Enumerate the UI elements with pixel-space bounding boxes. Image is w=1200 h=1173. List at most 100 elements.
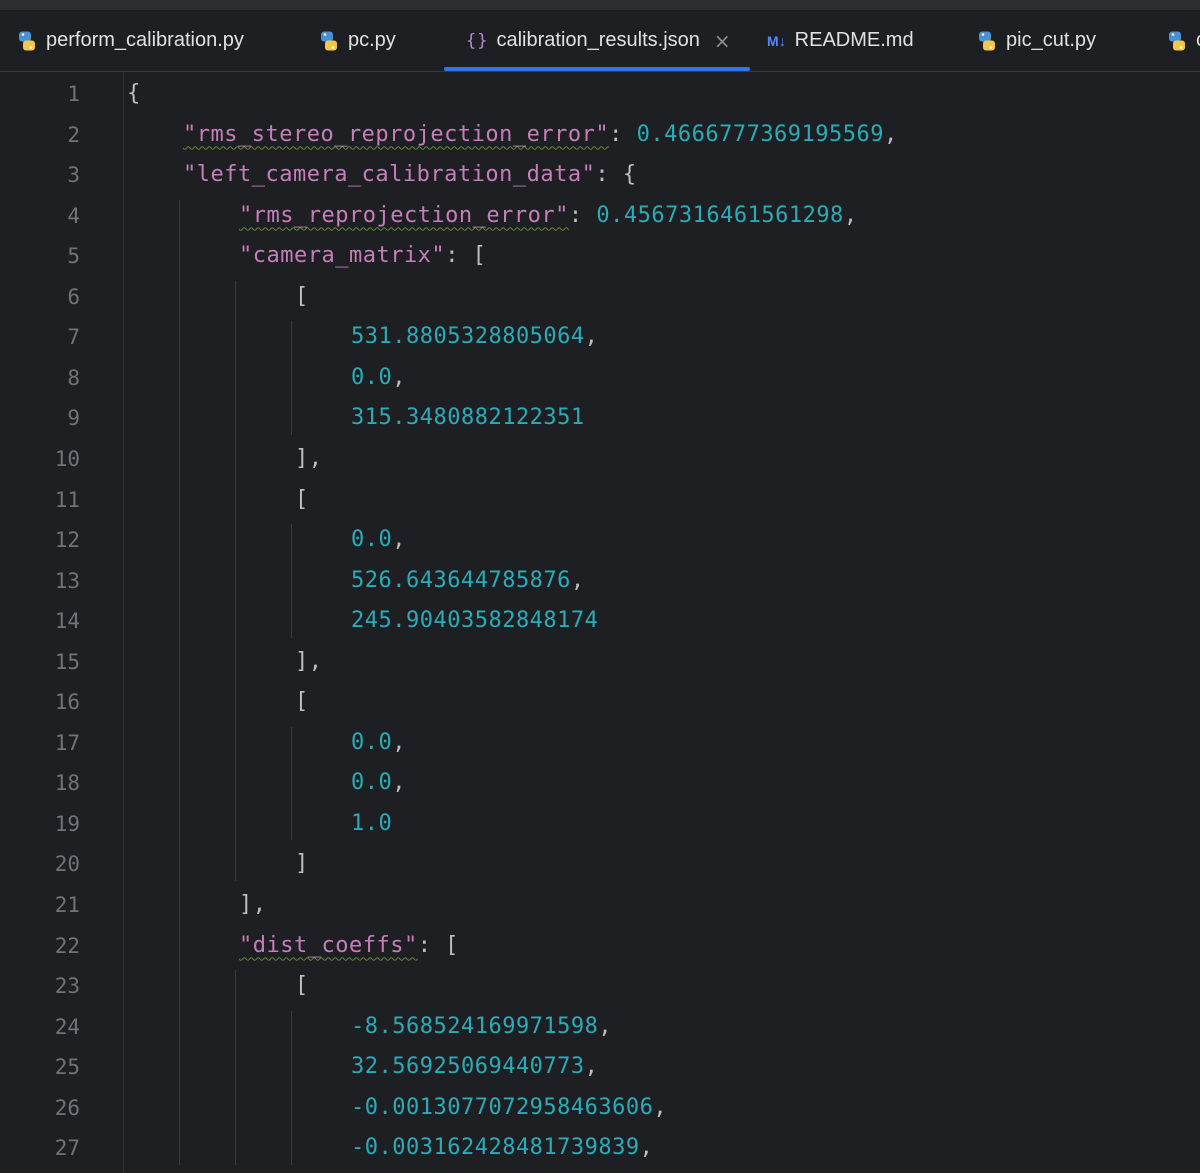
- code-line[interactable]: 19 1.0: [0, 804, 1200, 845]
- line-number: 8: [67, 365, 80, 390]
- code-line[interactable]: 13 526.643644785876,: [0, 561, 1200, 602]
- json-punctuation: ],: [295, 445, 323, 471]
- title-strip: [0, 0, 1200, 10]
- line-number: 18: [54, 771, 80, 796]
- line-content: "left_camera_calibration_data": {: [183, 155, 637, 196]
- line-content: ]: [295, 844, 309, 885]
- code-line[interactable]: 16 [: [0, 682, 1200, 723]
- line-content: -0.003162428481739839,: [351, 1128, 653, 1169]
- line-content: 1.0: [351, 804, 392, 845]
- indent-guide: [235, 280, 236, 881]
- line-number: 14: [54, 609, 80, 634]
- code-line[interactable]: 17 0.0,: [0, 723, 1200, 764]
- code-line[interactable]: 9 315.3480882122351: [0, 398, 1200, 439]
- markdown-icon: M↓: [767, 32, 787, 49]
- line-number: 7: [67, 325, 80, 350]
- json-icon: {}: [466, 30, 489, 51]
- json-punctuation: :: [568, 202, 597, 228]
- code-line[interactable]: 4 "rms_reprojection_error": 0.45673164615…: [0, 196, 1200, 237]
- json-punctuation: ,: [392, 364, 406, 390]
- code-line[interactable]: 8 0.0,: [0, 358, 1200, 399]
- code-line[interactable]: 6[: [0, 277, 1200, 318]
- json-number: 315.3480882122351: [351, 405, 585, 431]
- json-punctuation: ]: [295, 851, 309, 877]
- tab-readme[interactable]: M↓ README.md: [767, 10, 914, 71]
- code-line[interactable]: 27 -0.003162428481739839,: [0, 1128, 1200, 1169]
- code-line[interactable]: 25 32.56925069440773,: [0, 1047, 1200, 1088]
- tab-pc[interactable]: pc.py: [318, 10, 396, 71]
- tab-label: README.md: [794, 29, 914, 51]
- line-number: 4: [67, 203, 80, 228]
- json-key: "dist_coeffs": [239, 932, 418, 958]
- code-line[interactable]: 14 245.90403582848174: [0, 601, 1200, 642]
- line-number: 5: [67, 244, 80, 269]
- json-punctuation: ,: [598, 1013, 613, 1039]
- code-line[interactable]: 23 [: [0, 966, 1200, 1007]
- code-line[interactable]: 7 531.8805328805064,: [0, 317, 1200, 358]
- code-line[interactable]: 12 0.0,: [0, 520, 1200, 561]
- json-punctuation: ,: [584, 324, 599, 350]
- python-icon: [318, 30, 340, 52]
- code-line[interactable]: 26 -0.0013077072958463606,: [0, 1088, 1200, 1129]
- code-area[interactable]: 1{2 "rms_stereo_reprojection_error": 0.46…: [0, 72, 1200, 1173]
- code-line[interactable]: 15],: [0, 642, 1200, 683]
- tab-overflow[interactable]: c: [1166, 10, 1200, 71]
- code-line[interactable]: 22 "dist_coeffs": [: [0, 926, 1200, 967]
- line-content: "rms_stereo_reprojection_error": 0.46667…: [183, 115, 898, 156]
- code-line[interactable]: 1{: [0, 74, 1200, 115]
- code-line[interactable]: 24 -8.568524169971598,: [0, 1007, 1200, 1048]
- editor-tab-bar: perform_calibration.py pc.py {} calibrat…: [0, 10, 1200, 72]
- code-line[interactable]: 5 "camera_matrix": [: [0, 236, 1200, 277]
- line-content: 0.0,: [351, 723, 406, 764]
- code-line[interactable]: 20]: [0, 844, 1200, 885]
- line-number: 22: [54, 933, 80, 958]
- line-number: 27: [54, 1136, 80, 1161]
- code-line[interactable]: 11 [: [0, 480, 1200, 521]
- json-punctuation: ,: [392, 527, 406, 553]
- code-line[interactable]: 3 "left_camera_calibration_data": {: [0, 155, 1200, 196]
- json-punctuation: ,: [884, 121, 898, 147]
- json-punctuation: ,: [639, 1135, 654, 1161]
- tab-perform-calibration[interactable]: perform_calibration.py: [16, 10, 244, 71]
- line-number: 21: [54, 893, 80, 917]
- line-number: 9: [67, 406, 80, 431]
- line-number: 1: [67, 82, 80, 106]
- indent-guide: [291, 321, 292, 435]
- json-key: "camera_matrix": [239, 243, 446, 269]
- json-punctuation: [: [295, 283, 309, 309]
- json-punctuation: ,: [653, 1094, 668, 1120]
- indent-guide: [235, 970, 236, 1165]
- line-number: 16: [54, 690, 80, 715]
- json-punctuation: : [: [417, 932, 459, 958]
- line-content: 526.643644785876,: [351, 561, 585, 602]
- tab-label: pc.py: [348, 29, 396, 51]
- json-key: "rms_stereo_reprojection_error": [183, 121, 610, 147]
- json-punctuation: ],: [239, 892, 267, 917]
- line-content: 0.0,: [351, 520, 406, 561]
- line-content: 531.8805328805064,: [351, 317, 598, 358]
- indent-guide: [291, 524, 292, 638]
- code-line[interactable]: 21],: [0, 885, 1200, 926]
- line-content: 0.0,: [351, 763, 406, 804]
- json-number: 0.4666777369195569: [636, 121, 885, 147]
- code-line[interactable]: 10],: [0, 439, 1200, 480]
- json-number: 0.0: [351, 770, 393, 796]
- line-content: "camera_matrix": [: [239, 236, 486, 277]
- tab-label: pic_cut.py: [1006, 29, 1097, 51]
- json-number: -8.568524169971598: [351, 1013, 599, 1039]
- json-punctuation: : [: [445, 243, 487, 269]
- line-number: 11: [54, 487, 80, 512]
- close-tab-icon[interactable]: ×: [714, 29, 731, 53]
- python-icon: [16, 30, 38, 52]
- indent-guide: [291, 726, 292, 841]
- line-content: 0.0,: [351, 358, 406, 399]
- json-number: 526.643644785876: [351, 567, 571, 593]
- tab-pic-cut[interactable]: pic_cut.py: [976, 10, 1096, 71]
- line-content: 315.3480882122351: [351, 398, 585, 439]
- json-punctuation: ,: [584, 1054, 599, 1080]
- tab-calibration-results[interactable]: {} calibration_results.json ×: [444, 10, 750, 71]
- line-number: 24: [54, 1014, 80, 1039]
- code-line[interactable]: 18 0.0,: [0, 763, 1200, 804]
- code-line[interactable]: 2 "rms_stereo_reprojection_error": 0.4666…: [0, 115, 1200, 156]
- line-number: 12: [54, 528, 80, 553]
